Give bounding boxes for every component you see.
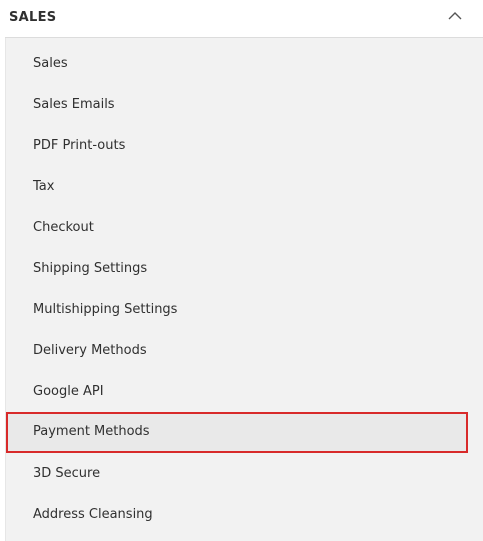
menu-item-label: Checkout (33, 220, 94, 235)
menu-item-checkout[interactable]: Checkout (6, 208, 483, 249)
menu-item-sales-emails[interactable]: Sales Emails (6, 85, 483, 126)
menu-item-label: Delivery Methods (33, 343, 147, 358)
chevron-up-icon[interactable] (447, 10, 463, 22)
menu-item-sales[interactable]: Sales (6, 44, 483, 85)
config-sidebar: SALES Sales Sales Emails PDF Print-outs … (5, 0, 483, 541)
menu-item-payment-methods[interactable]: Payment Methods (6, 412, 468, 453)
menu-item-label: Multishipping Settings (33, 302, 178, 317)
menu-item-label: 3D Secure (33, 466, 101, 481)
menu-item-shipping-settings[interactable]: Shipping Settings (6, 249, 483, 290)
menu-item-3d-secure[interactable]: 3D Secure (6, 454, 483, 495)
section-title: SALES (9, 10, 57, 25)
sales-menu-list: Sales Sales Emails PDF Print-outs Tax Ch… (5, 38, 483, 541)
menu-item-label: Address Cleansing (33, 507, 153, 522)
menu-item-label: Tax (33, 179, 55, 194)
menu-item-multishipping-settings[interactable]: Multishipping Settings (6, 290, 483, 331)
menu-item-address-cleansing[interactable]: Address Cleansing (6, 495, 483, 536)
menu-item-google-api[interactable]: Google API (6, 372, 483, 413)
menu-item-label: Sales (33, 56, 68, 71)
menu-item-delivery-methods[interactable]: Delivery Methods (6, 331, 483, 372)
menu-item-label: Google API (33, 384, 104, 399)
sales-section-header[interactable]: SALES (5, 0, 483, 38)
menu-item-label: Payment Methods (33, 424, 150, 439)
menu-item-label: Sales Emails (33, 97, 115, 112)
menu-item-label: PDF Print-outs (33, 138, 126, 153)
menu-item-tax[interactable]: Tax (6, 167, 483, 208)
menu-item-pdf-print-outs[interactable]: PDF Print-outs (6, 126, 483, 167)
menu-item-label: Shipping Settings (33, 261, 148, 276)
